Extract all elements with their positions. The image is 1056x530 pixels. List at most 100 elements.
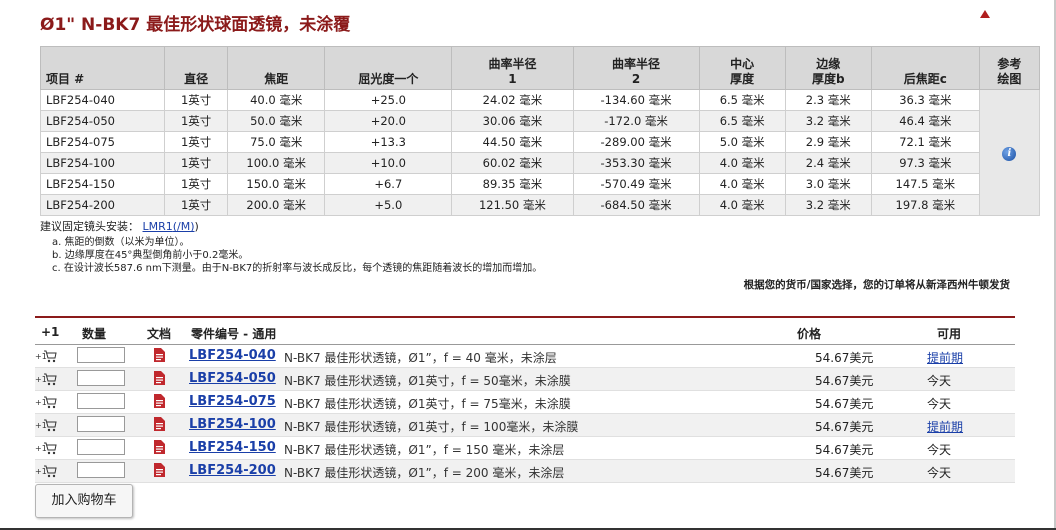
cell-focal: 100.0 毫米 xyxy=(227,152,326,174)
cell-power: +10.0 xyxy=(324,152,453,174)
add-one-cart-icon[interactable]: +1 xyxy=(35,395,57,409)
col-focal: 焦距 xyxy=(227,46,326,90)
svg-text:+1: +1 xyxy=(35,444,47,453)
cell-item: LBF254-200 xyxy=(39,194,166,216)
cell-back-focal: 97.3 毫米 xyxy=(870,152,980,174)
pdf-document-icon[interactable] xyxy=(154,348,165,362)
ref-drawing-cell: i xyxy=(978,89,1041,216)
add-one-cart-icon[interactable]: +1 xyxy=(35,349,57,363)
footnote-a: a. 焦距的倒数（以米为单位）。 xyxy=(52,237,190,248)
add-one-cart-icon[interactable]: +1 xyxy=(35,372,57,386)
cell-diameter: 1英寸 xyxy=(164,194,229,216)
price: 54.67美元 xyxy=(815,351,874,365)
spec-row: LBF254-150 1英寸 150.0 毫米 +6.7 89.35 毫米 -570.49… xyxy=(39,173,1040,195)
availability[interactable]: 提前期 xyxy=(927,349,963,366)
order-row: +1 LBF254-150 N-BK7 最佳形状透镜，Ø1”，f = 150 毫米，… xyxy=(35,437,1015,460)
part-number-link[interactable]: LBF254-150 xyxy=(189,440,276,455)
cell-r1: 60.02 毫米 xyxy=(451,152,574,174)
cell-r1: 30.06 毫米 xyxy=(451,110,574,132)
order-row: +1 LBF254-100 N-BK7 最佳形状透镜，Ø1英寸，f = 100毫米，… xyxy=(35,414,1015,437)
col-r2: 曲率半径 2 xyxy=(572,46,700,90)
pdf-document-icon[interactable] xyxy=(154,440,165,454)
collapse-up-icon[interactable] xyxy=(980,10,990,18)
mount-label: 建议固定镜头安装： xyxy=(40,220,139,233)
cell-item: LBF254-100 xyxy=(39,152,166,174)
add-to-cart-button[interactable]: 加入购物车 xyxy=(35,484,133,518)
cell-center-thickness: 4.0 毫米 xyxy=(698,173,786,195)
cell-focal: 150.0 毫米 xyxy=(227,173,326,195)
cell-diameter: 1英寸 xyxy=(164,152,229,174)
svg-text:+1: +1 xyxy=(35,467,47,476)
availability: 今天 xyxy=(927,374,952,388)
add-one-cart-icon[interactable]: +1 xyxy=(35,441,57,455)
spec-row: LBF254-075 1英寸 75.0 毫米 +13.3 44.50 毫米 -289.00… xyxy=(39,131,1040,153)
col-power: 屈光度一个 xyxy=(324,46,453,90)
quantity-input[interactable] xyxy=(77,370,125,386)
part-number-link[interactable]: LBF254-100 xyxy=(189,417,276,432)
cell-focal: 200.0 毫米 xyxy=(227,194,326,216)
col-r1: 曲率半径 1 xyxy=(451,46,574,90)
part-number-link[interactable]: LBF254-075 xyxy=(189,394,276,409)
mount-link-metric[interactable]: (/M) xyxy=(173,220,195,233)
cell-center-thickness: 6.5 毫米 xyxy=(698,110,786,132)
spec-row: LBF254-200 1英寸 200.0 毫米 +5.0 121.50 毫米 -684.5… xyxy=(39,194,1040,216)
part-number-link[interactable]: LBF254-050 xyxy=(189,371,276,386)
footnote-c: c. 在设计波长587.6 nm下测量。由于N-BK7的折射率与波长成反比，每个… xyxy=(52,263,543,274)
col-item: 项目 # xyxy=(39,46,166,90)
footnote-b: b. 边缘厚度在45°典型倒角前小于0.2毫米。 xyxy=(52,250,249,261)
add-one-cart-icon[interactable]: +1 xyxy=(35,464,57,478)
cell-r2: -134.60 毫米 xyxy=(572,89,700,111)
price: 54.67美元 xyxy=(815,466,874,480)
header-availability: 可用 xyxy=(937,327,962,341)
cell-r2: -172.0 毫米 xyxy=(572,110,700,132)
cell-r2: -353.30 毫米 xyxy=(572,152,700,174)
col-edge-thickness: 边缘 厚度b xyxy=(784,46,872,90)
footnotes: a. 焦距的倒数（以米为单位）。 b. 边缘厚度在45°典型倒角前小于0.2毫米… xyxy=(52,236,542,275)
cell-power: +20.0 xyxy=(324,110,453,132)
cell-item: LBF254-040 xyxy=(39,89,166,111)
part-number-link[interactable]: LBF254-200 xyxy=(189,463,276,478)
svg-text:+1: +1 xyxy=(35,398,47,407)
cell-item: LBF254-075 xyxy=(39,131,166,153)
quantity-input[interactable] xyxy=(77,347,125,363)
pdf-document-icon[interactable] xyxy=(154,394,165,408)
mount-link-lmr1[interactable]: LMR1 xyxy=(143,220,173,233)
cell-center-thickness: 5.0 毫米 xyxy=(698,131,786,153)
cell-diameter: 1英寸 xyxy=(164,110,229,132)
part-number-link[interactable]: LBF254-040 xyxy=(189,348,276,363)
order-row: +1 LBF254-075 N-BK7 最佳形状透镜，Ø1英寸，f = 75毫米，未… xyxy=(35,391,1015,414)
cell-r1: 89.35 毫米 xyxy=(451,173,574,195)
add-one-cart-icon[interactable]: +1 xyxy=(35,418,57,432)
svg-text:+1: +1 xyxy=(35,352,47,361)
part-description: N-BK7 最佳形状透镜，Ø1”，f = 200 毫米，未涂层 xyxy=(284,466,565,480)
header-qty: 数量 xyxy=(82,327,107,341)
cell-focal: 40.0 毫米 xyxy=(227,89,326,111)
cell-power: +13.3 xyxy=(324,131,453,153)
cell-item: LBF254-050 xyxy=(39,110,166,132)
order-table: +1 数量 文档 零件编号 - 通用 价格 可用 +1 LBF254-040 N-B… xyxy=(35,316,1015,483)
cell-power: +5.0 xyxy=(324,194,453,216)
info-icon[interactable]: i xyxy=(1002,146,1017,161)
spec-header-row: 项目 # 直径 焦距 屈光度一个 曲率半径 1 曲率半径 2 中心 厚度 边缘 厚度b … xyxy=(39,46,1041,90)
pdf-document-icon[interactable] xyxy=(154,417,165,431)
availability: 今天 xyxy=(927,443,952,457)
quantity-input[interactable] xyxy=(77,462,125,478)
cell-diameter: 1英寸 xyxy=(164,173,229,195)
order-row: +1 LBF254-200 N-BK7 最佳形状透镜，Ø1”，f = 200 毫米，… xyxy=(35,460,1015,483)
cell-edge-thickness: 2.3 毫米 xyxy=(784,89,872,111)
quantity-input[interactable] xyxy=(77,393,125,409)
price: 54.67美元 xyxy=(815,443,874,457)
col-ref-drawing: 参考 绘图 xyxy=(978,46,1041,90)
pdf-document-icon[interactable] xyxy=(154,463,165,477)
spec-table: 项目 # 直径 焦距 屈光度一个 曲率半径 1 曲率半径 2 中心 厚度 边缘 厚度b … xyxy=(39,46,1041,216)
cell-r2: -684.50 毫米 xyxy=(572,194,700,216)
availability[interactable]: 提前期 xyxy=(927,418,963,435)
quantity-input[interactable] xyxy=(77,416,125,432)
header-price: 价格 xyxy=(797,327,822,341)
cell-back-focal: 147.5 毫米 xyxy=(870,173,980,195)
part-description: N-BK7 最佳形状透镜，Ø1英寸，f = 100毫米，未涂膜 xyxy=(284,420,579,434)
quantity-input[interactable] xyxy=(77,439,125,455)
spec-row: LBF254-050 1英寸 50.0 毫米 +20.0 30.06 毫米 -172.0 … xyxy=(39,110,1040,132)
pdf-document-icon[interactable] xyxy=(154,371,165,385)
col-center-thickness: 中心 厚度 xyxy=(698,46,786,90)
